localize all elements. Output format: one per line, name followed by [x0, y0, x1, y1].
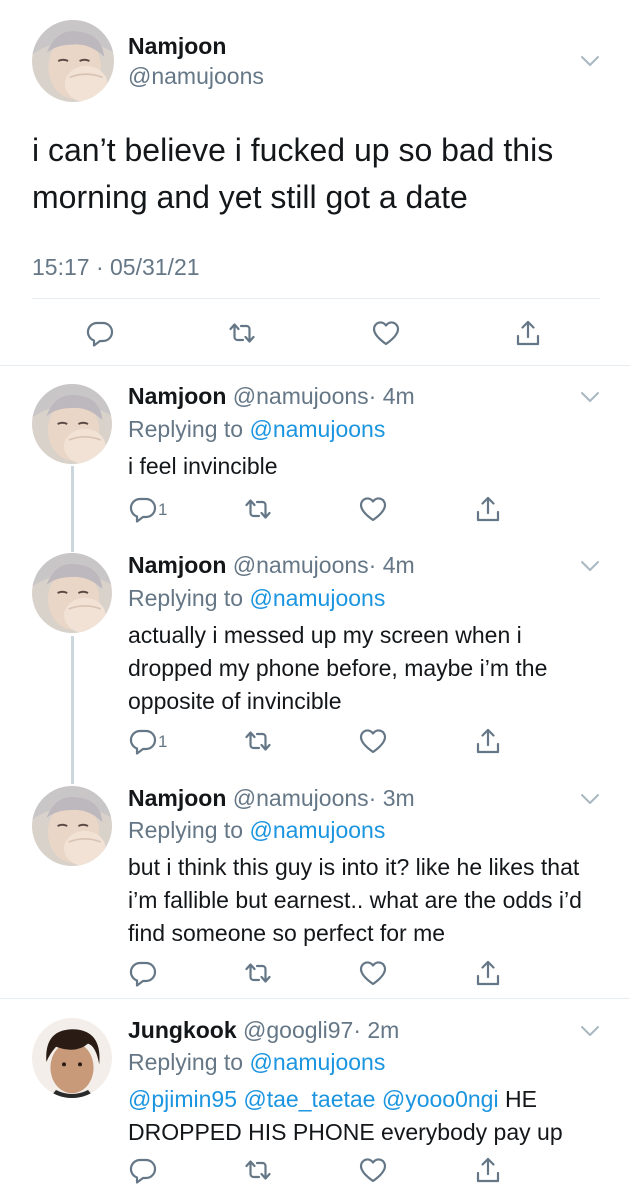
author-handle[interactable]: @namujoons: [233, 785, 369, 811]
divider: [32, 298, 600, 299]
reply-icon[interactable]: [128, 958, 158, 988]
retweet-icon[interactable]: [227, 318, 257, 348]
reply-header: Namjoon @namujoons· 4m: [128, 552, 415, 579]
thread-line: [71, 636, 74, 784]
reply-text: actually i messed up my screen when i dr…: [128, 622, 548, 714]
profile-photo: [32, 553, 112, 633]
mention-link[interactable]: @tae_taetae: [243, 1086, 375, 1112]
share-icon[interactable]: [473, 1155, 503, 1185]
share-icon[interactable]: [473, 726, 503, 756]
chevron-down-icon[interactable]: [580, 1024, 600, 1038]
avatar[interactable]: [32, 786, 112, 866]
share-icon[interactable]: [473, 958, 503, 988]
profile-photo: [32, 384, 112, 464]
replying-to-label: Replying to: [128, 416, 244, 442]
chevron-down-icon[interactable]: [580, 792, 600, 806]
replying-to-label: Replying to: [128, 585, 244, 611]
reply-icon[interactable]: [128, 494, 158, 524]
author-handle[interactable]: @namujoons: [128, 63, 264, 90]
author-name[interactable]: Namjoon: [128, 785, 226, 811]
reply-icon[interactable]: [85, 318, 115, 348]
reply-time[interactable]: · 4m: [369, 383, 415, 409]
replying-to-link[interactable]: @namujoons: [249, 817, 385, 843]
author-name[interactable]: Namjoon: [128, 383, 226, 409]
mention-link[interactable]: @yooo0ngi: [382, 1086, 499, 1112]
avatar[interactable]: [32, 20, 114, 102]
retweet-icon[interactable]: [243, 1155, 273, 1185]
profile-photo: [32, 786, 112, 866]
author-handle[interactable]: @googli97: [243, 1017, 353, 1043]
replying-to-link[interactable]: @namujoons: [249, 1049, 385, 1075]
replying-to: Replying to @namujoons: [128, 1049, 385, 1076]
reply-text: @pjimin95 @tae_taetae @yooo0ngi HE DROPP…: [128, 1083, 593, 1149]
reply-icon[interactable]: [128, 726, 158, 756]
heart-icon[interactable]: [358, 494, 388, 524]
reply-header: Namjoon @namujoons· 3m: [128, 785, 415, 812]
avatar[interactable]: [32, 384, 112, 464]
reply-time[interactable]: · 4m: [369, 552, 415, 578]
thread-line: [71, 466, 74, 552]
author-name[interactable]: Namjoon: [128, 33, 226, 60]
heart-icon[interactable]: [358, 726, 388, 756]
replying-to: Replying to @namujoons: [128, 585, 385, 612]
avatar[interactable]: [32, 553, 112, 633]
author-handle[interactable]: @namujoons: [233, 383, 369, 409]
reply-time[interactable]: · 2m: [353, 1017, 399, 1043]
tweet-timestamp: 15:17 · 05/31/21: [32, 254, 200, 280]
share-icon[interactable]: [473, 494, 503, 524]
replying-to: Replying to @namujoons: [128, 416, 385, 443]
retweet-icon[interactable]: [243, 726, 273, 756]
replying-to: Replying to @namujoons: [128, 817, 385, 844]
reply-header: Jungkook @googli97· 2m: [128, 1017, 399, 1044]
author-name[interactable]: Namjoon: [128, 552, 226, 578]
reply-header: Namjoon @namujoons· 4m: [128, 383, 415, 410]
profile-photo: [32, 20, 114, 102]
tweet-text: i can’t believe i fucked up so bad this …: [32, 132, 554, 215]
replying-to-label: Replying to: [128, 1049, 244, 1075]
replying-to-label: Replying to: [128, 817, 244, 843]
replying-to-link[interactable]: @namujoons: [249, 416, 385, 442]
retweet-icon[interactable]: [243, 494, 273, 524]
author-handle[interactable]: @namujoons: [233, 552, 369, 578]
heart-icon[interactable]: [358, 1155, 388, 1185]
reply-count: 1: [158, 500, 168, 519]
author-name[interactable]: Jungkook: [128, 1017, 237, 1043]
reply-icon[interactable]: [128, 1155, 158, 1185]
reply-text: i feel invincible: [128, 453, 278, 479]
heart-icon[interactable]: [371, 318, 401, 348]
divider: [0, 998, 630, 999]
replying-to-link[interactable]: @namujoons: [249, 585, 385, 611]
reply-time[interactable]: · 3m: [369, 785, 415, 811]
share-icon[interactable]: [513, 318, 543, 348]
divider: [0, 365, 630, 366]
heart-icon[interactable]: [358, 958, 388, 988]
chevron-down-icon[interactable]: [580, 390, 600, 404]
avatar[interactable]: [32, 1018, 112, 1098]
chevron-down-icon[interactable]: [580, 559, 600, 573]
profile-photo: [32, 1018, 112, 1098]
chevron-down-icon[interactable]: [580, 54, 600, 68]
reply-text: but i think this guy is into it? like he…: [128, 854, 582, 946]
retweet-icon[interactable]: [243, 958, 273, 988]
mention-link[interactable]: @pjimin95: [128, 1086, 237, 1112]
reply-count: 1: [158, 732, 168, 751]
